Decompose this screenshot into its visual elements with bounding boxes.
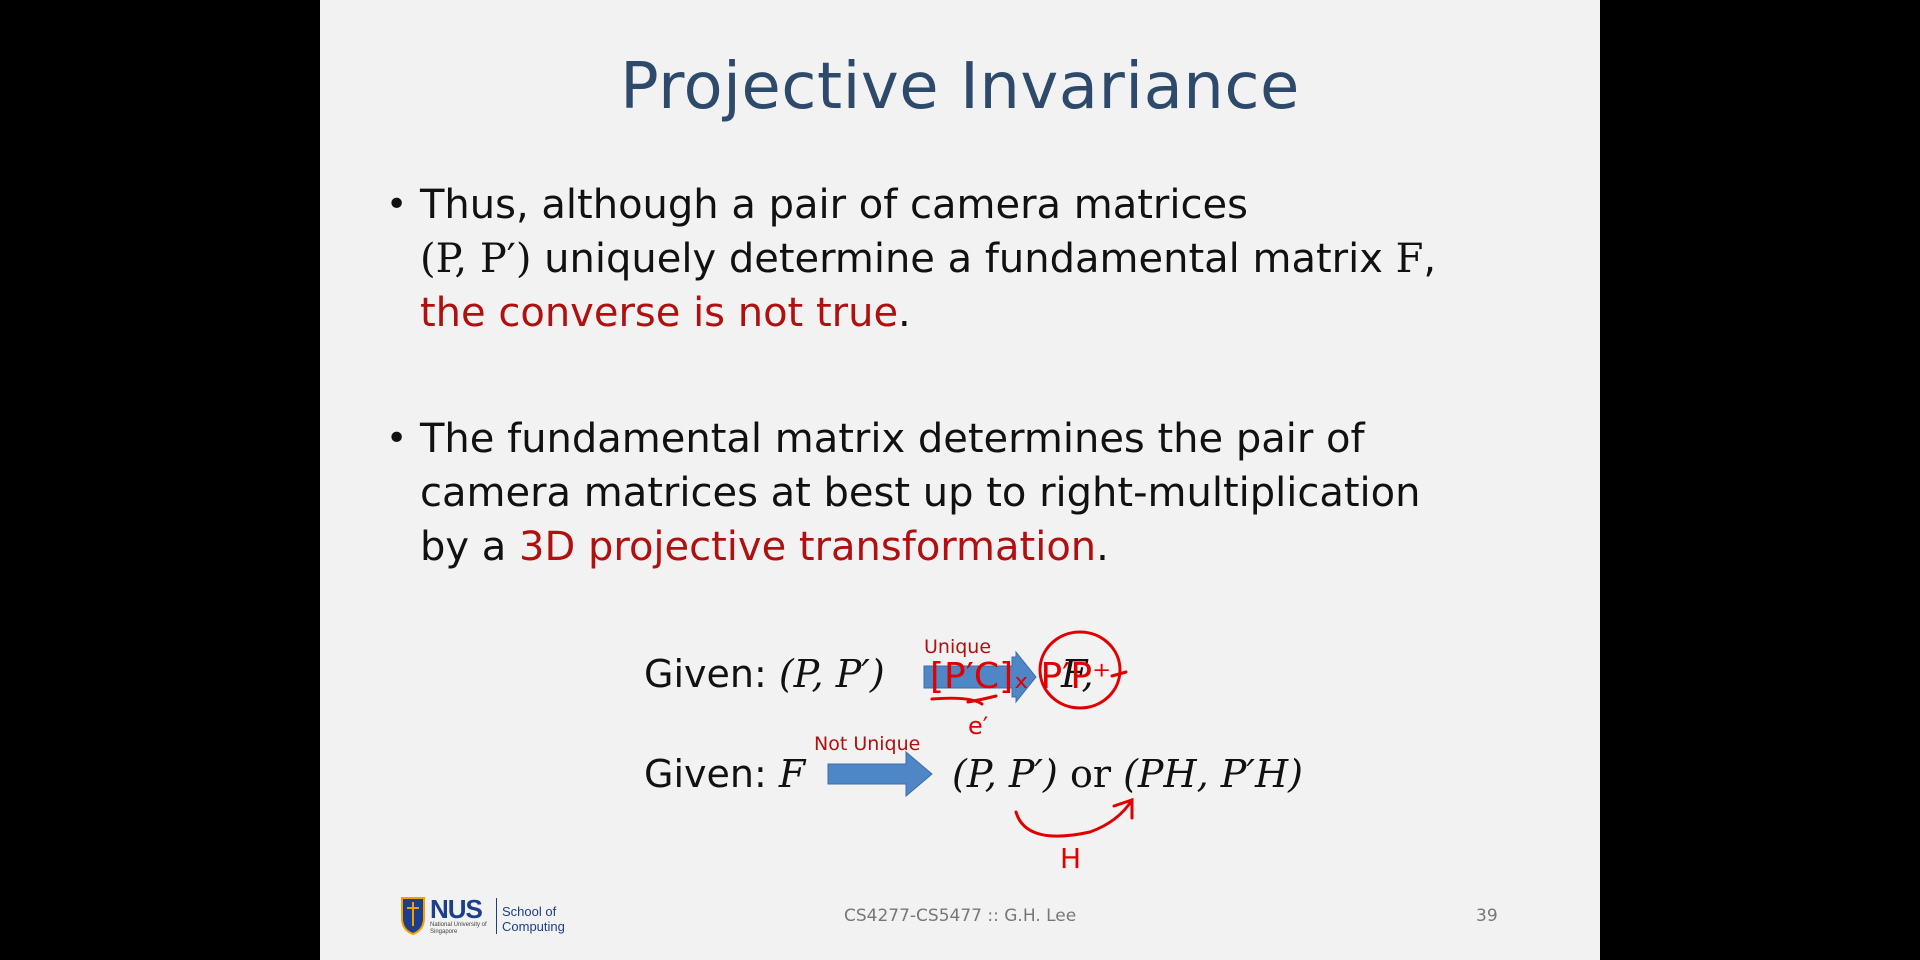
logo-subtitle: National University of Singapore <box>430 922 487 935</box>
ink-brace-icon <box>930 694 998 706</box>
logo-separator <box>496 898 497 934</box>
page-number: 39 <box>1476 906 1498 926</box>
annotation-layer: [P′C]ₓ P′P⁺ e′ H <box>827 630 1134 875</box>
logo-name: NUS <box>430 894 483 924</box>
course-footer: CS4277-CS5477 :: G.H. Lee <box>844 906 1077 926</box>
eq2-arrow-icon <box>827 750 933 798</box>
school-name: School of Computing <box>502 904 565 934</box>
ink-annotation-upper: [P′C]ₓ P′P⁺ <box>930 656 1111 697</box>
slide: Projective Invariance • Thus, although a… <box>320 0 1600 960</box>
nus-crest-icon <box>401 897 425 936</box>
ink-annotation-h: H <box>1060 842 1081 875</box>
ink-curve-arrow-icon <box>1014 797 1134 838</box>
nus-logo: NUS National University of Singapore Sch… <box>400 894 590 938</box>
ink-annotation-e-prime: e′ <box>968 712 988 740</box>
